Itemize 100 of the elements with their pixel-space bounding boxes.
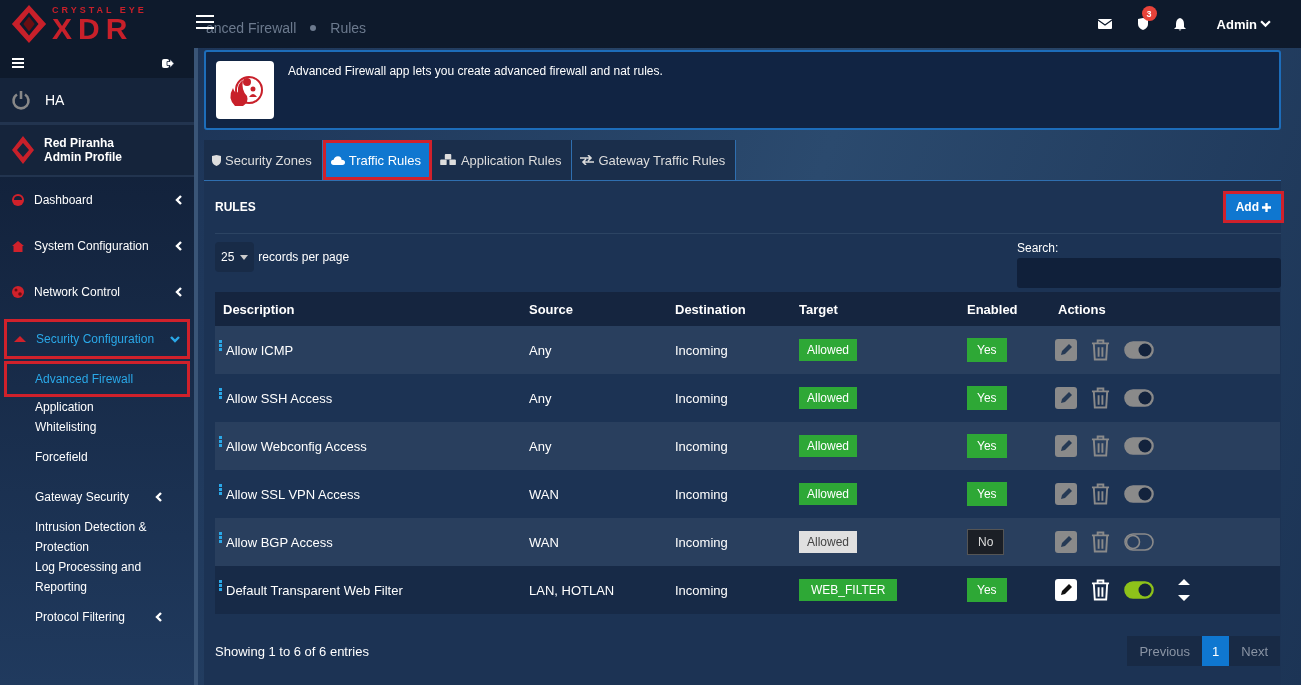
table-cell: Incoming [675, 486, 728, 502]
enabled-badge: Yes [967, 338, 1007, 362]
cubes-icon [439, 154, 457, 166]
enabled-badge: Yes [967, 434, 1007, 458]
chevron-left-icon [174, 195, 184, 205]
app-description: Advanced Firewall app lets you create advanced firewall and nat rules. [288, 64, 663, 78]
exchange-arrows-icon [580, 155, 595, 165]
target-badge: WEB_FILTER [799, 579, 898, 601]
search-label: Search: [1017, 241, 1060, 255]
cloud-icon [330, 155, 345, 165]
toggle-switch[interactable] [1124, 341, 1154, 359]
chevron-down-icon [170, 334, 180, 344]
sidebar-item[interactable]: Network Control [0, 269, 194, 315]
shield-icon [212, 154, 221, 166]
sidebar-item[interactable]: Dashboard [0, 177, 194, 223]
column-header[interactable]: Enabled [959, 292, 1050, 326]
tab[interactable]: Application Rules [431, 140, 573, 180]
table-cell: WAN [529, 486, 559, 502]
page-size-label: records per page [258, 250, 350, 264]
shield-icon[interactable] [1137, 18, 1148, 30]
target-badge: Allowed [799, 483, 858, 505]
drag-handle-icon[interactable] [219, 339, 222, 351]
mail-icon[interactable] [1097, 19, 1112, 29]
panel-title: RULES [215, 200, 256, 214]
table-cell: Allow SSL VPN Access [226, 486, 360, 502]
table-cell: Allow BGP Access [226, 534, 333, 550]
search-field[interactable] [1017, 258, 1281, 288]
tab[interactable]: Traffic Rules [322, 140, 432, 180]
table-row[interactable]: Allow SSL VPN Access WAN Incoming Allowed Yes [215, 470, 1280, 518]
sidebar-subitem[interactable]: Forcefield [0, 437, 194, 477]
pagination-link[interactable]: Previous [1127, 636, 1203, 666]
table-cell: WAN [529, 534, 559, 550]
caret-icon [14, 336, 26, 342]
chevron-down-icon [1260, 20, 1271, 28]
logout-icon[interactable] [162, 57, 174, 69]
entries-summary: Showing 1 to 6 of 6 entries [215, 643, 369, 659]
toggle-switch[interactable] [1124, 581, 1154, 599]
plus-icon [1262, 202, 1271, 212]
table-row[interactable]: Default Transparent Web Filter LAN, HOTLAN Incoming WEB_FILTER Yes [215, 566, 1280, 614]
profile-logo-icon [12, 136, 34, 164]
column-header[interactable]: Description [215, 292, 521, 326]
bell-icon[interactable] [1173, 17, 1186, 31]
enabled-badge: Yes [967, 482, 1007, 506]
toggle-switch[interactable] [1124, 389, 1154, 407]
table-cell: Allow SSH Access [226, 390, 333, 406]
power-icon [11, 90, 31, 110]
sidebar-subitem[interactable]: Gateway Security [0, 477, 194, 517]
drag-handle-icon[interactable] [219, 483, 222, 495]
table-cell: Default Transparent Web Filter [226, 582, 403, 598]
chevron-left-icon [174, 287, 184, 297]
page-button[interactable]: 1 [1202, 636, 1230, 666]
sidebar-subitem[interactable]: Application Whitelisting [0, 397, 194, 437]
target-badge: Allowed [799, 387, 858, 409]
add-button[interactable]: Add [1225, 194, 1281, 220]
table-cell: Incoming [675, 438, 728, 454]
column-header[interactable]: Target [791, 292, 959, 326]
sidebar-subitem[interactable]: Log Processing and Reporting [0, 557, 194, 597]
drag-handle-icon[interactable] [219, 387, 222, 399]
menu-icon[interactable] [12, 58, 24, 68]
firewall-app-icon [216, 61, 274, 119]
target-badge: Allowed [799, 339, 858, 361]
sidebar-subitem[interactable]: Advanced Firewall [4, 361, 190, 397]
enabled-badge: Yes [967, 386, 1007, 410]
table-cell: Any [529, 438, 552, 454]
reorder-arrows-icon[interactable] [1178, 579, 1190, 601]
drag-handle-icon[interactable] [219, 579, 222, 591]
toggle-switch[interactable] [1124, 485, 1154, 503]
table-cell: Incoming [675, 342, 728, 358]
breadcrumb-item[interactable]: Rules [330, 20, 367, 36]
pagination-link[interactable]: Next [1229, 636, 1280, 666]
sidebar-subitem[interactable]: Protocol Filtering [0, 597, 194, 637]
page-size-select[interactable]: 25 [215, 242, 255, 272]
dropdown-caret-icon [240, 254, 249, 260]
ha-item[interactable]: HA [0, 78, 194, 125]
table-cell: Incoming [675, 390, 728, 406]
table-cell: Any [529, 342, 552, 358]
table-cell: Incoming [675, 582, 728, 598]
globe-icon [12, 286, 24, 298]
column-header[interactable]: Destination [667, 292, 791, 326]
column-header[interactable]: Source [521, 292, 667, 326]
target-badge: Allowed [799, 435, 858, 457]
table-row[interactable]: Allow SSH Access Any Incoming Allowed Yes [215, 374, 1280, 422]
sidebar-item[interactable]: Security Configuration [4, 319, 190, 359]
home-icon [12, 240, 24, 252]
tab[interactable]: Security Zones [204, 140, 323, 180]
enabled-badge: Yes [967, 578, 1007, 602]
drag-handle-icon[interactable] [219, 531, 222, 543]
toggle-switch[interactable] [1124, 437, 1154, 455]
gauge-icon [12, 194, 24, 206]
sidebar-subitem[interactable]: Intrusion Detection & Protection [0, 517, 194, 557]
toggle-switch[interactable] [1124, 533, 1154, 551]
tab[interactable]: Gateway Traffic Rules [572, 140, 737, 180]
sidebar-item[interactable]: System Configuration [0, 223, 194, 269]
column-header[interactable]: Actions [1050, 292, 1280, 326]
user-menu[interactable]: Admin [1210, 15, 1277, 33]
table-cell: Allow ICMP [226, 342, 294, 358]
notification-badge: 3 [1141, 6, 1157, 21]
enabled-badge: No [967, 529, 1005, 555]
drag-handle-icon[interactable] [219, 435, 222, 447]
edit-icon[interactable] [1055, 579, 1077, 601]
